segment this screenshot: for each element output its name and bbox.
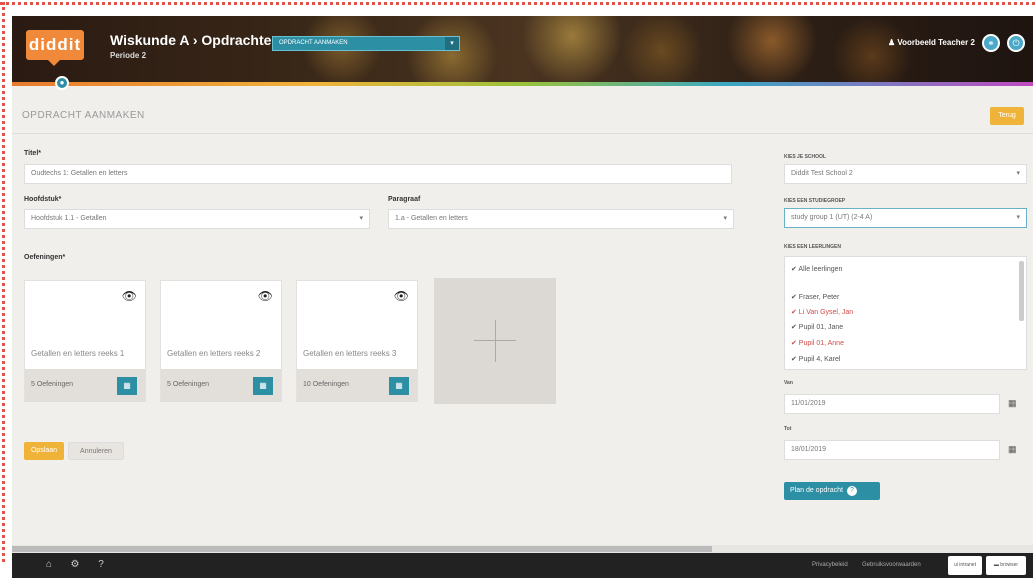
plan-assignment-button[interactable]: Plan de opdracht?	[784, 482, 880, 500]
chapter-select[interactable]: Hoofdstuk 1.1 - Getallen ▾	[24, 209, 370, 229]
back-button[interactable]: Terug	[990, 107, 1024, 125]
school-select-value: Diddit Test School 2	[791, 170, 853, 177]
from-date-input[interactable]: 11/01/2019	[784, 394, 1000, 414]
card-count: 5 Oefeningen	[167, 381, 210, 388]
terms-link[interactable]: Gebruiksvoorwaarden	[862, 562, 921, 568]
card-title: Getallen en letters reeks 2	[167, 349, 261, 358]
screenshot-frame: diddit Wiskunde A › Opdrachten › Periode…	[0, 0, 1035, 578]
scrollbar-thumb[interactable]	[12, 546, 712, 552]
footer-bar: ⌂ ⚙ ? Privacybeleid Gebruiksvoorwaarden …	[12, 553, 1033, 578]
intranet-button[interactable]: ui intranet	[948, 556, 982, 575]
student-item[interactable]: ✔ Li Van Gysel, Jan	[791, 308, 853, 316]
home-icon[interactable]: ⌂	[42, 558, 56, 572]
card-count: 10 Oefeningen	[303, 381, 349, 388]
list-scrollbar[interactable]	[1019, 261, 1024, 321]
color-stripe	[12, 82, 1033, 86]
horizontal-scrollbar[interactable]	[12, 545, 1033, 553]
student-list[interactable]: ✔ Alle leerlingen ✔ Fraser, Peter ✔ Li V…	[784, 256, 1027, 370]
title-label: Titel*	[24, 150, 41, 157]
exercise-card[interactable]: 👁 Getallen en letters reeks 3 10 Oefenin…	[296, 280, 418, 402]
header-banner: diddit Wiskunde A › Opdrachten › Periode…	[12, 16, 1033, 82]
exercise-card[interactable]: 👁 Getallen en letters reeks 1 5 Oefening…	[24, 280, 146, 402]
group-label: KIES EEN STUDIEGROEP	[784, 198, 846, 204]
assignment-select-value: OPDRACHT AANMAKEN	[279, 40, 348, 46]
diddit-logo[interactable]: diddit	[26, 30, 84, 60]
logout-icon[interactable]: ⏻	[1007, 34, 1025, 52]
eye-icon[interactable]: 👁	[258, 289, 273, 303]
school-select[interactable]: Diddit Test School 2 ▾	[784, 164, 1027, 184]
plus-icon-vertical	[495, 320, 496, 362]
cancel-button[interactable]: Annuleren	[68, 442, 124, 460]
to-date-input[interactable]: 18/01/2019	[784, 440, 1000, 460]
help-icon[interactable]: ?	[846, 486, 857, 496]
chevron-down-icon[interactable]: ▾	[445, 37, 459, 50]
plan-button-label: Plan de opdracht	[790, 487, 843, 494]
page-title: OPDRACHT AANMAKEN	[22, 110, 145, 121]
card-footer: 5 Oefeningen ▦	[25, 369, 145, 402]
dotted-border-left	[2, 2, 6, 562]
link-icon[interactable]: ⚭	[982, 34, 1000, 52]
student-item[interactable]: ✔ Fraser, Peter	[791, 293, 839, 301]
help-icon[interactable]: ?	[94, 558, 108, 572]
save-button[interactable]: Opslaan	[24, 442, 64, 460]
calendar-icon[interactable]: ▦	[1008, 444, 1017, 455]
card-footer: 5 Oefeningen ▦	[161, 369, 281, 402]
title-input[interactable]: Oudtechs 1: Getallen en letters	[24, 164, 732, 184]
chapter-select-value: Hoofdstuk 1.1 - Getallen	[31, 215, 107, 222]
delete-icon[interactable]: ▦	[117, 377, 137, 395]
settings-icon[interactable]: ⚙	[68, 558, 82, 572]
app-window: diddit Wiskunde A › Opdrachten › Periode…	[12, 16, 1033, 578]
student-item[interactable]: ✔ Pupil 01, Jane	[791, 323, 843, 331]
eye-icon[interactable]: 👁	[394, 289, 409, 303]
chevron-down-icon: ▾	[1016, 170, 1020, 177]
period-subtitle: Periode 2	[110, 51, 147, 60]
card-title: Getallen en letters reeks 1	[31, 349, 125, 358]
school-label: KIES JE SCHOOL	[784, 154, 826, 160]
paragraph-select-value: 1.a - Getallen en letters	[395, 215, 468, 222]
group-select-value: study group 1 (UT) (2-4 A)	[791, 214, 873, 221]
card-footer: 10 Oefeningen ▦	[297, 369, 417, 402]
eye-icon[interactable]: 👁	[122, 289, 137, 303]
dotted-border-top	[0, 2, 1035, 6]
chevron-down-icon: ▾	[1016, 214, 1020, 221]
paragraph-select[interactable]: 1.a - Getallen en letters ▾	[388, 209, 734, 229]
privacy-link[interactable]: Privacybeleid	[812, 562, 848, 568]
student-item[interactable]: ✔ Pupil 4, Karel	[791, 355, 840, 363]
add-exercise-card[interactable]	[434, 278, 556, 404]
delete-icon[interactable]: ▦	[389, 377, 409, 395]
user-name[interactable]: ♟ Voorbeeld Teacher 2	[888, 38, 975, 47]
exercise-card[interactable]: 👁 Getallen en letters reeks 2 5 Oefening…	[160, 280, 282, 402]
student-item[interactable]: ✔ Pupil 01, Anne	[791, 339, 844, 347]
group-select[interactable]: study group 1 (UT) (2-4 A) ▾	[784, 208, 1027, 228]
students-label: KIES EEN LEERLINGEN	[784, 244, 841, 250]
chapter-label: Hoofdstuk*	[24, 196, 62, 203]
assignment-select[interactable]: OPDRACHT AANMAKEN ▾	[272, 36, 460, 51]
calendar-icon[interactable]: ▦	[1008, 398, 1017, 409]
home-circle-icon[interactable]: ●	[55, 76, 69, 90]
exercises-label: Oefeningen*	[24, 254, 66, 261]
paragraph-label: Paragraaf	[388, 196, 421, 203]
breadcrumb[interactable]: Wiskunde A › Opdrachten ›	[110, 32, 289, 48]
student-item[interactable]: ✔ Alle leerlingen	[791, 265, 842, 273]
card-title: Getallen en letters reeks 3	[303, 349, 397, 358]
card-count: 5 Oefeningen	[31, 381, 74, 388]
chevron-down-icon: ▾	[359, 215, 363, 222]
logo-tail-icon	[48, 60, 60, 66]
title-bar: OPDRACHT AANMAKEN Terug	[12, 98, 1033, 134]
delete-icon[interactable]: ▦	[253, 377, 273, 395]
browser-button[interactable]: ▬ browser	[986, 556, 1026, 575]
to-label: Tot	[784, 426, 792, 432]
chevron-down-icon: ▾	[723, 215, 727, 222]
from-label: Van	[784, 380, 793, 386]
